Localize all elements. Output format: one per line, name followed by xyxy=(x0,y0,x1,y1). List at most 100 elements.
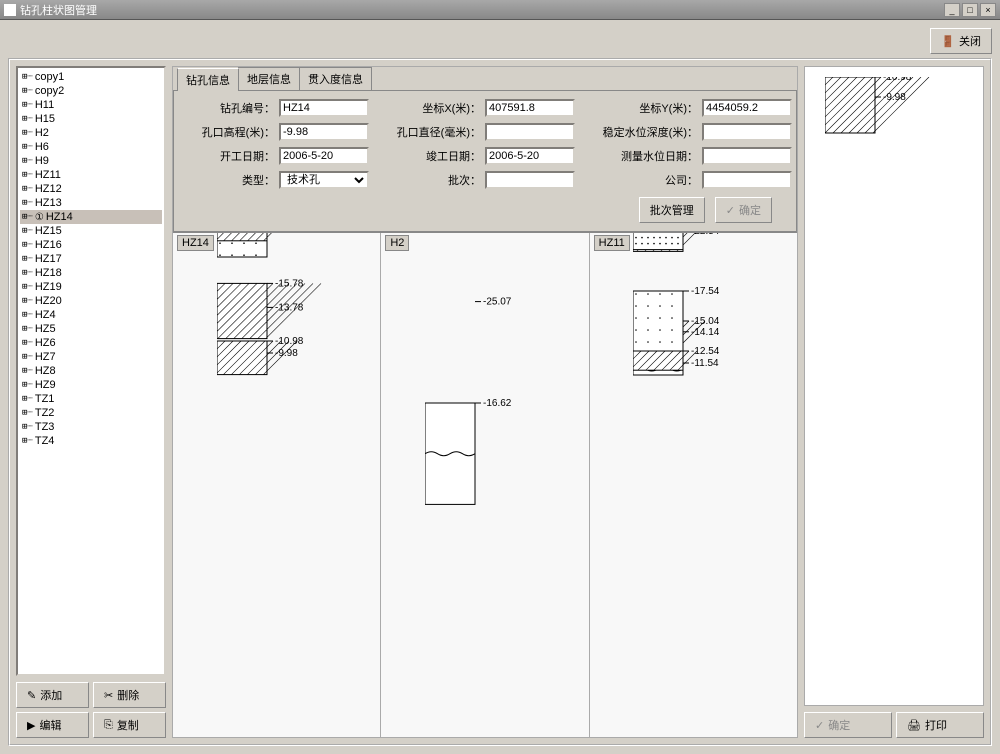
select-type[interactable]: 技术孔 xyxy=(279,171,369,189)
input-y[interactable] xyxy=(702,99,792,117)
tree-item-HZ9[interactable]: ⊞┈HZ9 xyxy=(20,378,162,392)
tree-item-label: TZ1 xyxy=(35,393,55,405)
tree-item-HZ8[interactable]: ⊞┈HZ8 xyxy=(20,364,162,378)
tree-item-HZ11[interactable]: ⊞┈HZ11 xyxy=(20,168,162,182)
input-x[interactable] xyxy=(485,99,575,117)
tree-item-HZ15[interactable]: ⊞┈HZ15 xyxy=(20,224,162,238)
expand-icon[interactable]: ⊞┈ xyxy=(22,338,33,348)
expand-icon[interactable]: ⊞┈ xyxy=(22,156,33,166)
expand-icon[interactable]: ⊞┈ xyxy=(22,282,33,292)
expand-icon[interactable]: ⊞┈ xyxy=(22,408,33,418)
svg-text:-9.98: -9.98 xyxy=(883,92,906,103)
close-window-button[interactable]: × xyxy=(980,3,996,17)
label-batch: 批次： xyxy=(373,172,481,188)
tree-item-HZ20[interactable]: ⊞┈HZ20 xyxy=(20,294,162,308)
batch-manage-button[interactable]: 批次管理 xyxy=(639,197,705,223)
input-meas[interactable] xyxy=(702,147,792,165)
tree-item-H2[interactable]: ⊞┈H2 xyxy=(20,126,162,140)
tree-item-copy2[interactable]: ⊞┈copy2 xyxy=(20,84,162,98)
expand-icon[interactable]: ⊞┈ xyxy=(22,212,33,222)
tree-item-HZ6[interactable]: ⊞┈HZ6 xyxy=(20,336,162,350)
expand-icon[interactable]: ⊞┈ xyxy=(22,114,33,124)
right-ok-button[interactable]: ✓确定 xyxy=(804,712,892,738)
tree-item-label: HZ4 xyxy=(35,309,56,321)
tree-item-HZ12[interactable]: ⊞┈HZ12 xyxy=(20,182,162,196)
tree-item-TZ2[interactable]: ⊞┈TZ2 xyxy=(20,406,162,420)
svg-text:-15.04: -15.04 xyxy=(691,316,720,327)
tree-item-HZ13[interactable]: ⊞┈HZ13 xyxy=(20,196,162,210)
tree-item-TZ4[interactable]: ⊞┈TZ4 xyxy=(20,434,162,448)
svg-text:-9.98: -9.98 xyxy=(275,348,298,359)
maximize-button[interactable]: □ xyxy=(962,3,978,17)
print-button[interactable]: 🖨打印 xyxy=(896,712,984,738)
minimize-button[interactable]: _ xyxy=(944,3,960,17)
input-batch[interactable] xyxy=(485,171,575,189)
input-id[interactable] xyxy=(279,99,369,117)
add-button[interactable]: ✎添加 xyxy=(16,682,89,708)
tree-item-TZ3[interactable]: ⊞┈TZ3 xyxy=(20,420,162,434)
tree-item-HZ18[interactable]: ⊞┈HZ18 xyxy=(20,266,162,280)
expand-icon[interactable]: ⊞┈ xyxy=(22,184,33,194)
expand-icon[interactable]: ⊞┈ xyxy=(22,268,33,278)
tree-item-HZ5[interactable]: ⊞┈HZ5 xyxy=(20,322,162,336)
edit-button[interactable]: ▶编辑 xyxy=(16,712,89,738)
borehole-tree[interactable]: ⊞┈copy1⊞┈copy2⊞┈H11⊞┈H15⊞┈H2⊞┈H6⊞┈H9⊞┈HZ… xyxy=(16,66,166,676)
expand-icon[interactable]: ⊞┈ xyxy=(22,72,33,82)
tab-0[interactable]: 钻孔信息 xyxy=(177,68,239,91)
tab-2[interactable]: 贯入度信息 xyxy=(299,67,372,90)
input-company[interactable] xyxy=(702,171,792,189)
tree-item-H9[interactable]: ⊞┈H9 xyxy=(20,154,162,168)
expand-icon[interactable]: ⊞┈ xyxy=(22,324,33,334)
tree-item-HZ7[interactable]: ⊞┈HZ7 xyxy=(20,350,162,364)
tree-item-HZ16[interactable]: ⊞┈HZ16 xyxy=(20,238,162,252)
input-dia[interactable] xyxy=(485,123,575,141)
tree-item-TZ1[interactable]: ⊞┈TZ1 xyxy=(20,392,162,406)
tree-item-HZ19[interactable]: ⊞┈HZ19 xyxy=(20,280,162,294)
delete-icon: ✂ xyxy=(104,689,113,702)
expand-icon[interactable]: ⊞┈ xyxy=(22,380,33,390)
tree-item-HZ4[interactable]: ⊞┈HZ4 xyxy=(20,308,162,322)
expand-icon[interactable]: ⊞┈ xyxy=(22,422,33,432)
right-panel: -9.98-10.98-13.78-15.78-20.38-22.78-26.2… xyxy=(804,66,984,738)
tree-item-H6[interactable]: ⊞┈H6 xyxy=(20,140,162,154)
expand-icon[interactable]: ⊞┈ xyxy=(22,296,33,306)
input-depth[interactable] xyxy=(702,123,792,141)
delete-button[interactable]: ✂删除 xyxy=(93,682,166,708)
svg-text:-10.98: -10.98 xyxy=(275,336,304,347)
expand-icon[interactable]: ⊞┈ xyxy=(22,86,33,96)
check-icon: ✓ xyxy=(726,204,735,217)
label-id: 钻孔编号： xyxy=(178,100,275,116)
close-button[interactable]: 🚪 关闭 xyxy=(930,28,992,54)
tree-item-label: H11 xyxy=(35,99,54,111)
tree-item-HZ14[interactable]: ⊞┈①HZ14 xyxy=(20,210,162,224)
expand-icon[interactable]: ⊞┈ xyxy=(22,170,33,180)
tree-item-label: TZ2 xyxy=(35,407,55,419)
svg-text:-10.98: -10.98 xyxy=(883,77,912,83)
form-ok-button[interactable]: ✓确定 xyxy=(715,197,772,223)
expand-icon[interactable]: ⊞┈ xyxy=(22,254,33,264)
tree-item-label: HZ5 xyxy=(35,323,56,335)
expand-icon[interactable]: ⊞┈ xyxy=(22,142,33,152)
expand-icon[interactable]: ⊞┈ xyxy=(22,436,33,446)
expand-icon[interactable]: ⊞┈ xyxy=(22,226,33,236)
expand-icon[interactable]: ⊞┈ xyxy=(22,352,33,362)
tree-item-label: H15 xyxy=(35,113,55,125)
tree-item-H15[interactable]: ⊞┈H15 xyxy=(20,112,162,126)
input-start[interactable] xyxy=(279,147,369,165)
selected-mark: ① xyxy=(35,212,44,223)
expand-icon[interactable]: ⊞┈ xyxy=(22,366,33,376)
tab-1[interactable]: 地层信息 xyxy=(238,67,300,90)
tree-item-HZ17[interactable]: ⊞┈HZ17 xyxy=(20,252,162,266)
expand-icon[interactable]: ⊞┈ xyxy=(22,240,33,250)
tree-item-label: HZ19 xyxy=(35,281,62,293)
tree-item-H11[interactable]: ⊞┈H11 xyxy=(20,98,162,112)
tree-item-copy1[interactable]: ⊞┈copy1 xyxy=(20,70,162,84)
expand-icon[interactable]: ⊞┈ xyxy=(22,198,33,208)
input-elev[interactable] xyxy=(279,123,369,141)
input-end[interactable] xyxy=(485,147,575,165)
expand-icon[interactable]: ⊞┈ xyxy=(22,394,33,404)
expand-icon[interactable]: ⊞┈ xyxy=(22,310,33,320)
copy-button[interactable]: ⎘复制 xyxy=(93,712,166,738)
expand-icon[interactable]: ⊞┈ xyxy=(22,128,33,138)
expand-icon[interactable]: ⊞┈ xyxy=(22,100,33,110)
